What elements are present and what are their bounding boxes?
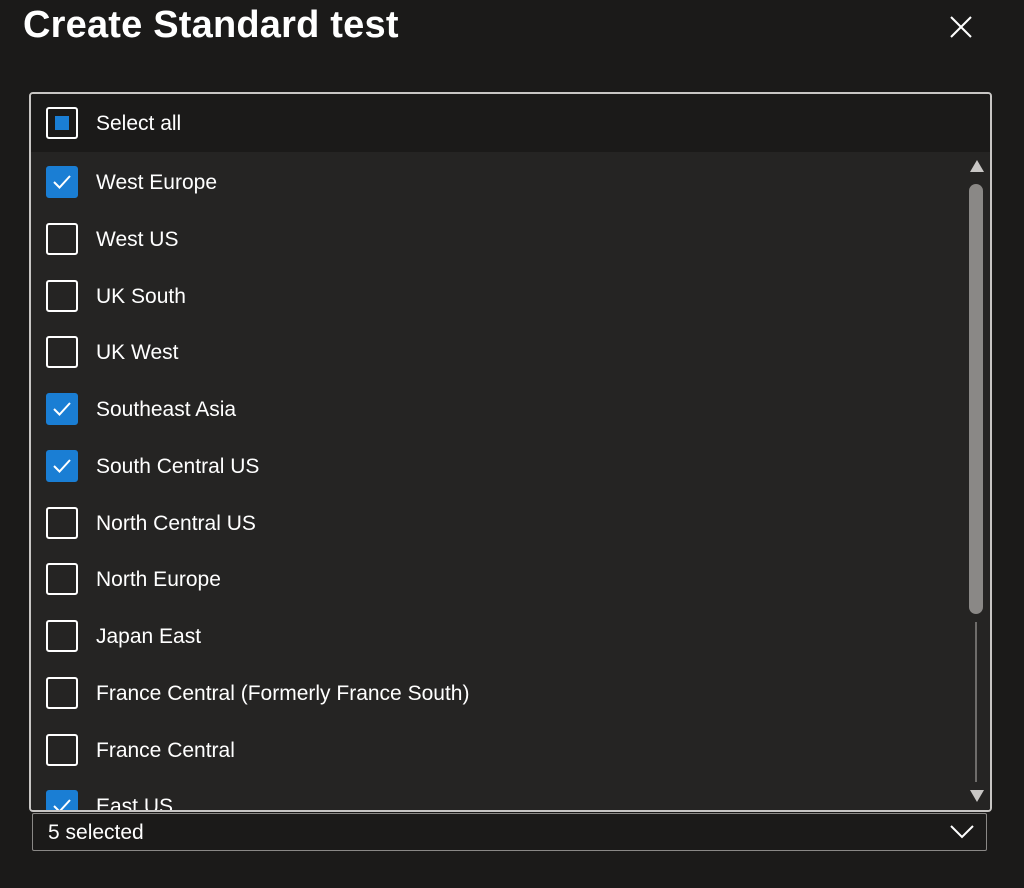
close-icon bbox=[950, 16, 972, 38]
location-label: West Europe bbox=[96, 171, 218, 194]
location-label: France Central bbox=[96, 738, 235, 762]
location-checkbox[interactable] bbox=[46, 393, 78, 425]
location-label: Southeast Asia bbox=[96, 398, 237, 421]
scrollbar-track bbox=[975, 622, 977, 782]
chevron-down-icon bbox=[950, 825, 974, 839]
location-label: South Central US bbox=[96, 454, 260, 478]
location-label: Japan East bbox=[96, 625, 202, 648]
location-option[interactable]: West US bbox=[31, 209, 962, 265]
dialog-title: Create Standard test bbox=[23, 4, 399, 46]
location-label: West US bbox=[96, 227, 179, 251]
checkmark-icon bbox=[53, 402, 71, 416]
location-option[interactable]: Japan East bbox=[31, 606, 962, 662]
checkmark-icon bbox=[53, 799, 71, 810]
indeterminate-indicator bbox=[55, 116, 69, 130]
location-label: East US bbox=[96, 795, 174, 810]
locations-combobox[interactable]: 5 selected bbox=[32, 813, 987, 851]
location-label: UK South bbox=[96, 284, 186, 308]
close-button[interactable] bbox=[946, 12, 976, 42]
location-checkbox[interactable] bbox=[46, 676, 78, 709]
location-label: France Central (Formerly France South) bbox=[96, 681, 470, 705]
select-all-label: Select all bbox=[96, 112, 182, 135]
combobox-value: 5 selected bbox=[48, 821, 144, 844]
location-checkbox[interactable] bbox=[46, 790, 78, 810]
location-option[interactable]: East US bbox=[31, 776, 962, 810]
location-label: UK West bbox=[96, 341, 179, 365]
location-checkbox[interactable] bbox=[46, 733, 78, 766]
location-option[interactable]: France Central bbox=[31, 720, 962, 776]
list-scrollbar[interactable] bbox=[962, 152, 990, 810]
location-checkbox[interactable] bbox=[46, 620, 78, 652]
location-checkbox[interactable] bbox=[46, 506, 78, 539]
location-checkbox[interactable] bbox=[46, 279, 78, 312]
location-option[interactable]: UK South bbox=[31, 266, 962, 322]
location-label: North Europe bbox=[96, 568, 221, 592]
triangle-down-icon[interactable] bbox=[969, 789, 985, 803]
scrollbar-thumb[interactable] bbox=[969, 184, 983, 614]
location-option[interactable]: North Central US bbox=[31, 493, 962, 549]
select-all-option[interactable]: Select all bbox=[31, 94, 990, 152]
location-label: North Central US bbox=[96, 511, 256, 535]
location-option[interactable]: France Central (Formerly France South) bbox=[31, 663, 962, 719]
locations-dropdown-panel: Select all West Europe West US UK South UK … bbox=[29, 92, 992, 812]
location-option[interactable]: West Europe bbox=[31, 152, 962, 208]
checkmark-icon bbox=[53, 175, 71, 189]
checkmark-icon bbox=[53, 459, 71, 473]
location-checkbox[interactable] bbox=[46, 166, 78, 198]
create-standard-test-dialog: Create Standard test Select all West Eur… bbox=[0, 0, 1024, 888]
locations-list: West Europe West US UK South UK West Southea… bbox=[31, 152, 962, 810]
select-all-checkbox[interactable] bbox=[46, 107, 78, 139]
location-option[interactable]: UK West bbox=[31, 322, 962, 378]
location-option[interactable]: South Central US bbox=[31, 436, 962, 492]
location-checkbox[interactable] bbox=[46, 222, 78, 255]
location-option[interactable]: Southeast Asia bbox=[31, 379, 962, 435]
location-checkbox[interactable] bbox=[46, 449, 78, 482]
location-checkbox[interactable] bbox=[46, 336, 78, 369]
location-option[interactable]: North Europe bbox=[31, 549, 962, 605]
location-checkbox[interactable] bbox=[46, 563, 78, 596]
triangle-up-icon[interactable] bbox=[969, 159, 985, 173]
